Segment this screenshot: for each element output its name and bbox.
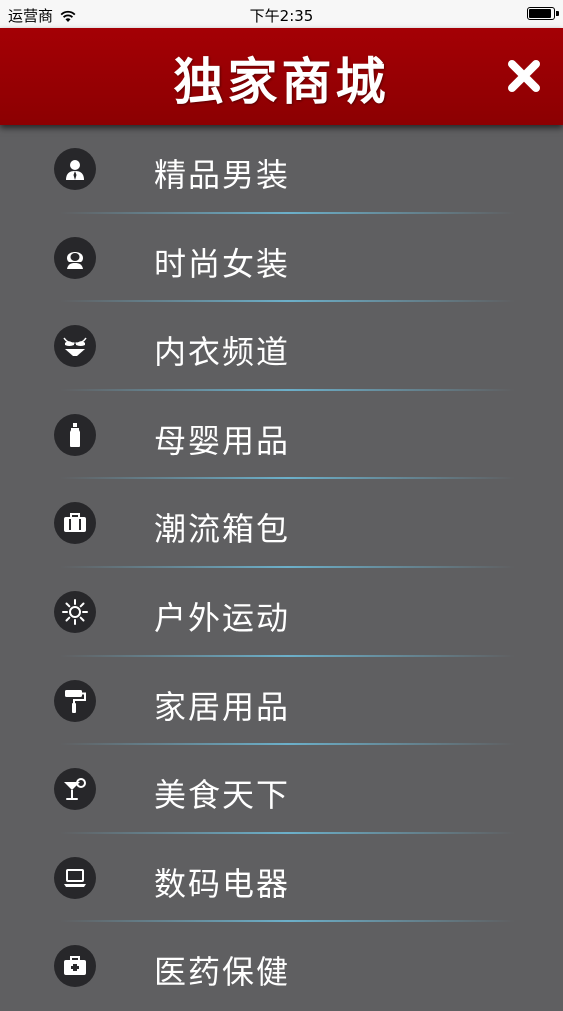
menu-item-label: 精品男装 (154, 156, 291, 194)
menu-item-label: 数码电器 (154, 864, 291, 903)
menu-item-label: 家居用品 (154, 687, 291, 726)
woman-icon (54, 236, 96, 279)
status-time: 下午2:35 (249, 7, 314, 25)
menu-item-bags[interactable]: 潮流箱包 (0, 479, 563, 568)
menu-item-label: 医药保健 (154, 953, 291, 992)
menu-item-label: 潮流箱包 (154, 510, 291, 549)
battery-icon (527, 7, 559, 20)
menu-item-digital-electronics[interactable]: 数码电器 (0, 834, 563, 923)
menu-item-lingerie[interactable]: 内衣频道 (0, 302, 563, 391)
suitcase-icon (54, 502, 96, 545)
cocktail-icon (54, 768, 96, 811)
menu-item-label: 户外运动 (154, 598, 291, 637)
bikini-icon (54, 325, 96, 368)
menu-item-mens-wear[interactable]: 精品男装 (0, 125, 563, 214)
menu-item-mother-baby[interactable]: 母婴用品 (0, 391, 563, 480)
menu-item-outdoor-sports[interactable]: 户外运动 (0, 568, 563, 657)
status-bar: 运营商 下午2:35 (0, 0, 563, 28)
page-title: 独家商城 (173, 53, 390, 111)
sun-icon (54, 590, 96, 633)
menu-item-home-goods[interactable]: 家居用品 (0, 657, 563, 746)
paint-roller-icon (54, 679, 96, 722)
baby-bottle-icon (54, 413, 96, 456)
menu-item-label: 母婴用品 (154, 421, 291, 460)
laptop-icon (54, 856, 96, 899)
menu-item-label: 时尚女装 (154, 244, 291, 283)
close-button[interactable] (499, 51, 549, 101)
menu-item-medical-health[interactable]: 医药保健 (0, 922, 563, 1011)
menu-item-label: 美食天下 (154, 776, 291, 815)
menu-item-food[interactable]: 美食天下 (0, 745, 563, 834)
menu-item-label: 内衣频道 (154, 333, 291, 372)
close-icon (508, 60, 540, 92)
category-menu: 精品男装 时尚女装 内衣频道 母婴用品 潮流箱包 户外运动 家居用品 美食天下 … (0, 125, 563, 1011)
header-bar: 独家商城 (0, 28, 563, 125)
menu-item-womens-wear[interactable]: 时尚女装 (0, 214, 563, 303)
man-icon (54, 148, 96, 190)
medical-kit-icon (54, 945, 96, 988)
